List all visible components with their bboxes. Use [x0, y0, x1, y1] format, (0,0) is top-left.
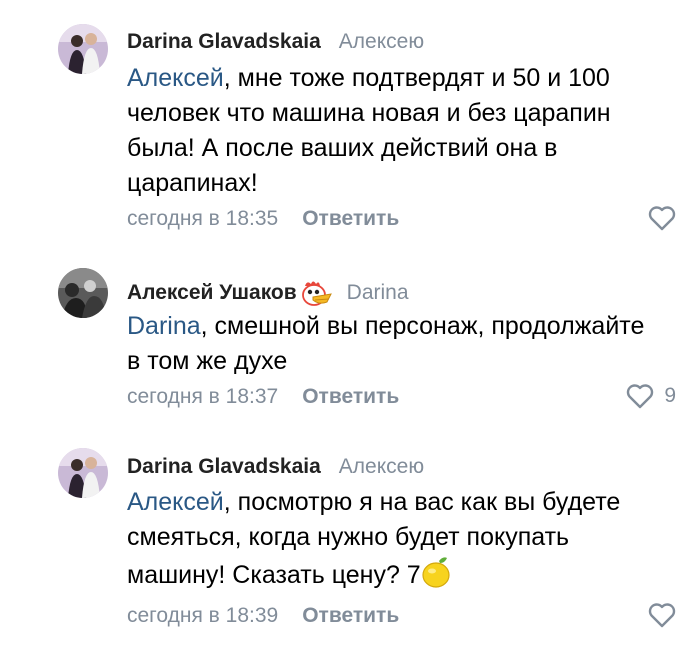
lemon-emoji-icon: [422, 557, 450, 588]
author-name[interactable]: Darina Glavadskaia: [127, 455, 321, 479]
comment-text-line: была! А после ваших действий она в: [127, 134, 558, 162]
reply-to-label[interactable]: Darina: [347, 281, 409, 305]
like-button[interactable]: [648, 205, 676, 231]
avatar[interactable]: [58, 268, 108, 318]
timestamp: сегодня в 18:37: [127, 385, 279, 408]
author-line: Darina Glavadskaia Алексею: [127, 30, 424, 54]
comment-footer: сегодня в 18:37 Ответить: [127, 385, 399, 409]
comment-footer: сегодня в 18:35 Ответить: [127, 207, 399, 231]
reply-button[interactable]: Ответить: [302, 385, 399, 408]
heart-outline-icon: [648, 206, 676, 231]
comment-text-line: человек что машина новая и без царапин: [127, 99, 611, 127]
comment-text-line: смеяться, когда нужно будет покупать: [127, 523, 570, 551]
reply-button[interactable]: Ответить: [302, 604, 399, 627]
avatar[interactable]: [58, 448, 108, 498]
heart-outline-icon: [627, 384, 654, 409]
author-line: Алексей Ушаков Darina: [127, 278, 409, 308]
reply-to-label[interactable]: Алексею: [339, 455, 424, 479]
heart-outline-icon: [648, 603, 676, 628]
like-count: 9: [664, 384, 676, 407]
reply-button[interactable]: Ответить: [302, 207, 399, 230]
comment-text-line: в том же духе: [127, 347, 288, 375]
mention-link[interactable]: Darina: [127, 312, 201, 340]
like-button[interactable]: [648, 602, 676, 628]
reply-to-label[interactable]: Алексею: [339, 30, 424, 54]
comment-text-line: царапинах!: [127, 169, 258, 197]
like-button[interactable]: 9: [626, 383, 676, 409]
avatar[interactable]: [58, 24, 108, 74]
mention-link[interactable]: Алексей: [127, 488, 224, 516]
comment-text: Darina, смешной вы персонаж, продолжайте…: [127, 309, 687, 379]
comment-text: Алексей, мне тоже подтвердят и 50 и 100 …: [127, 61, 687, 201]
author-line: Darina Glavadskaia Алексею: [127, 455, 424, 479]
chicken-emoji-icon: [301, 281, 332, 306]
comment-text-line: Алексей, посмотрю я на вас как вы будете: [127, 488, 621, 516]
timestamp: сегодня в 18:35: [127, 207, 279, 230]
mention-link[interactable]: Алексей: [127, 64, 224, 92]
author-name[interactable]: Алексей Ушаков: [127, 281, 297, 305]
comment-text-line: машину! Сказать цену? 7: [127, 555, 687, 593]
author-name[interactable]: Darina Glavadskaia: [127, 30, 321, 54]
comment-text-line: Алексей, мне тоже подтвердят и 50 и 100: [127, 64, 610, 92]
comment-footer: сегодня в 18:39 Ответить: [127, 604, 399, 628]
comment-text: Алексей, посмотрю я на вас как вы будете…: [127, 485, 687, 593]
timestamp: сегодня в 18:39: [127, 604, 279, 627]
comment-text-line: Darina, смешной вы персонаж, продолжайте: [127, 312, 645, 340]
